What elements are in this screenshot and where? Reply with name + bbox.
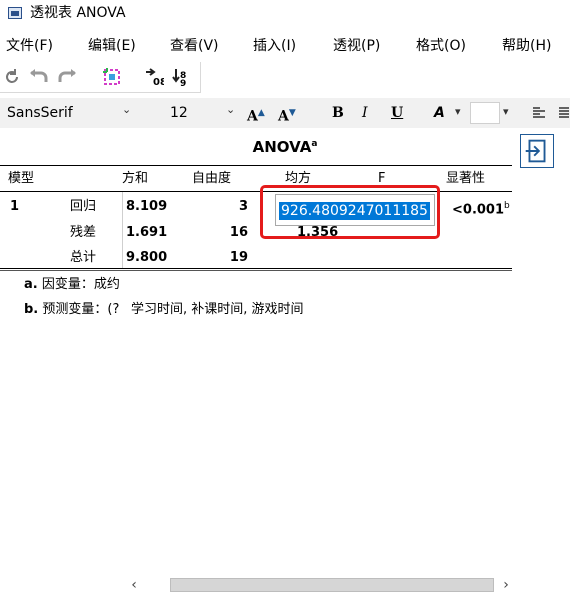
footnote-b-text: 预测变量：(? <box>42 302 120 317</box>
table-bottom-rule-double <box>0 270 512 271</box>
footnote-b-label: b. <box>24 302 39 317</box>
table-title-footnote-marker: a <box>311 139 318 149</box>
decrease-font-icon[interactable]: A▼ <box>278 104 296 126</box>
background-color-swatch[interactable] <box>470 102 500 124</box>
cell-df[interactable]: 3 <box>232 199 248 215</box>
menu-format[interactable]: 格式(O) <box>416 37 466 55</box>
menu-edit[interactable]: 编辑(E) <box>88 37 136 55</box>
swap-rows-icon[interactable]: 89 <box>172 67 192 87</box>
header-significance: 显著性 <box>446 171 486 186</box>
significance-value: <0.001 <box>452 202 505 218</box>
font-size-select[interactable]: 12 <box>170 104 188 122</box>
text-color-dropdown-icon[interactable]: ▾ <box>455 105 461 118</box>
footnote-a: a. 因变量：成约 <box>24 277 120 293</box>
menu-bar: 文件(F) 编辑(E) 查看(V) 插入(I) 透视(P) 格式(O) 帮助(H… <box>0 34 570 58</box>
menu-help[interactable]: 帮助(H) <box>502 37 551 55</box>
title-bar: 透视表 ANOVA <box>0 0 570 28</box>
menu-file[interactable]: 文件(F) <box>6 37 53 55</box>
cell-source[interactable]: 总计 <box>70 250 96 266</box>
table-title-text: ANOVA <box>252 138 312 156</box>
svg-text:9: 9 <box>180 79 186 87</box>
undo-icon[interactable] <box>2 67 22 87</box>
pivot-trays-button[interactable] <box>520 134 554 168</box>
app-icon <box>8 7 22 19</box>
horizontal-scrollbar[interactable]: ‹ › <box>124 575 516 595</box>
footnote-b-continued: 学习时间, 补课时间, 游戏时间 <box>131 302 304 317</box>
pivot-export-icon <box>525 139 546 163</box>
scroll-right-icon[interactable]: › <box>496 575 516 595</box>
scroll-left-icon[interactable]: ‹ <box>124 575 144 595</box>
font-size-dropdown-icon[interactable]: ⌄ <box>226 103 235 116</box>
window-title: 透视表 ANOVA <box>30 5 126 21</box>
highlight-annotation <box>260 185 440 239</box>
cell-source[interactable]: 残差 <box>70 225 96 241</box>
underline-button[interactable]: U <box>391 104 403 122</box>
increase-font-icon[interactable]: A▲ <box>247 104 265 126</box>
cell-df[interactable]: 16 <box>228 225 248 241</box>
background-color-dropdown-icon[interactable]: ▾ <box>503 105 509 118</box>
cell-ss[interactable]: 9.800 <box>126 250 167 266</box>
footnote-b: b. 预测变量：(? <box>24 302 119 318</box>
cell-source[interactable]: 回归 <box>70 199 96 215</box>
table-top-rule <box>0 165 512 166</box>
text-color-button[interactable]: A <box>434 104 445 122</box>
format-bar: SansSerif ⌄ 12 ⌄ A▲ A▼ B I U A ▾ ▾ <box>0 98 570 128</box>
footnote-a-label: a. <box>24 277 38 292</box>
swap-columns-icon[interactable]: 08 <box>144 67 164 87</box>
cell-ss[interactable]: 1.691 <box>126 225 167 241</box>
table-bottom-rule <box>0 268 512 269</box>
italic-button[interactable]: I <box>362 104 368 122</box>
column-divider <box>122 192 123 268</box>
header-df: 自由度 <box>192 171 232 186</box>
header-sum-of-squares: 方和 <box>122 171 149 186</box>
cell-ss[interactable]: 8.109 <box>126 199 167 215</box>
menu-pivot[interactable]: 透视(P) <box>333 37 380 55</box>
table-title: ANOVAa <box>0 138 570 156</box>
cell-df[interactable]: 19 <box>228 250 248 266</box>
footnote-a-text: 因变量：成约 <box>41 277 120 292</box>
pivot-trays-icon[interactable] <box>102 67 122 87</box>
significance-footnote-marker: b <box>504 201 510 211</box>
menu-view[interactable]: 查看(V) <box>170 37 219 55</box>
scroll-thumb[interactable] <box>170 578 494 592</box>
cell-significance[interactable]: <0.001b <box>452 198 510 218</box>
bold-button[interactable]: B <box>332 104 344 122</box>
header-model: 模型 <box>8 171 35 186</box>
font-family-select[interactable]: SansSerif <box>7 104 73 122</box>
pivot-toolbar: 08 89 <box>0 62 201 93</box>
more-format-icon[interactable] <box>558 105 570 119</box>
cell-model[interactable]: 1 <box>10 199 19 215</box>
align-icon[interactable] <box>532 105 546 119</box>
svg-text:08: 08 <box>153 77 164 87</box>
forward-icon[interactable] <box>58 67 78 87</box>
font-family-dropdown-icon[interactable]: ⌄ <box>122 103 131 116</box>
back-icon[interactable] <box>28 67 48 87</box>
menu-insert[interactable]: 插入(I) <box>253 37 296 55</box>
